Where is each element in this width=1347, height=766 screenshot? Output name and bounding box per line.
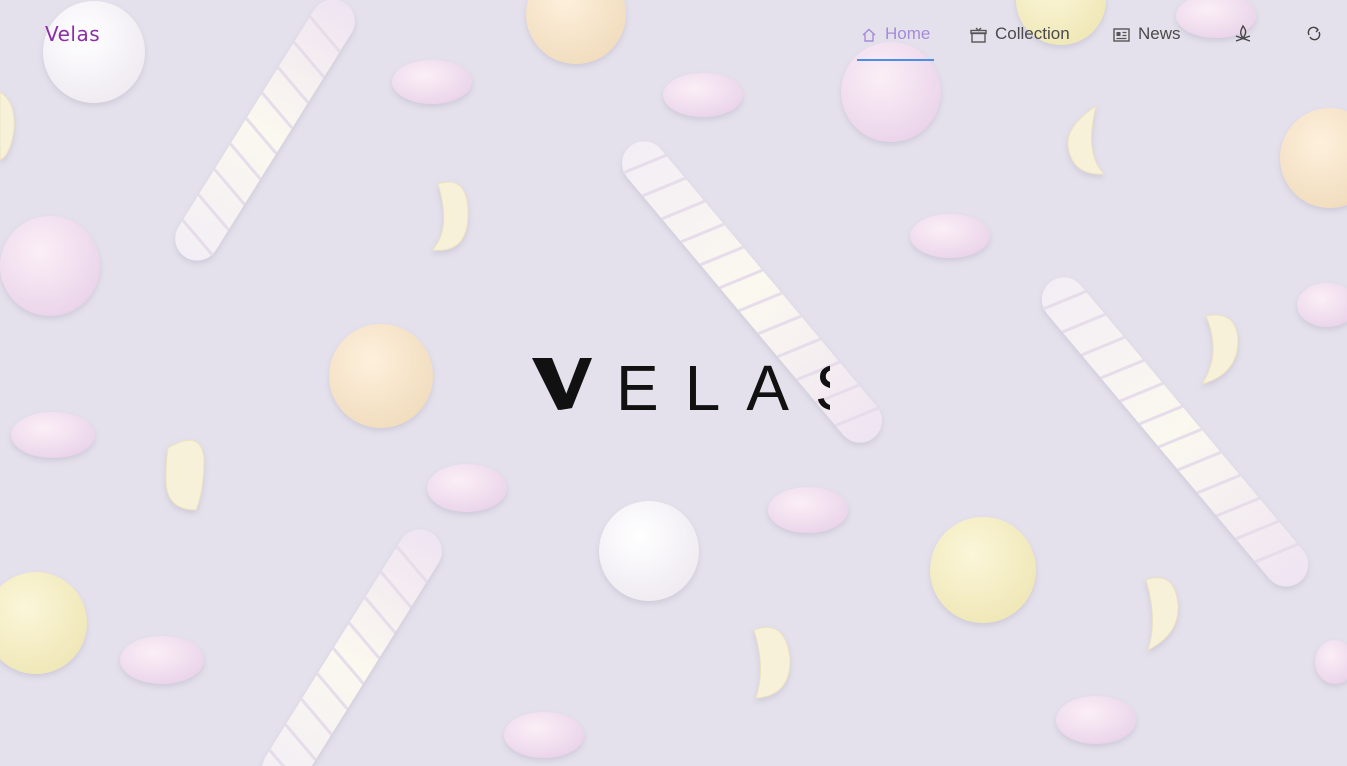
collection-box-icon	[970, 27, 987, 43]
nav-item-news[interactable]: News	[1113, 24, 1181, 62]
nav-label-home: Home	[885, 24, 931, 43]
velas-hero-logo: ELAS	[530, 352, 858, 424]
nav-label-collection: Collection	[995, 24, 1070, 43]
nav-label-news: News	[1138, 24, 1181, 43]
news-icon	[1113, 28, 1130, 42]
velas-v-mark	[532, 358, 592, 410]
home-icon	[862, 28, 876, 42]
logo-wordmark: ELAS	[616, 352, 830, 422]
top-navigation: Velas Home Collection News	[0, 0, 1347, 64]
refresh-link-icon[interactable]	[1305, 24, 1327, 46]
brand-logo[interactable]: Velas	[45, 22, 100, 46]
nav-item-collection[interactable]: Collection	[970, 24, 1070, 62]
active-tab-indicator	[857, 59, 935, 61]
campfire-icon[interactable]	[1234, 24, 1256, 46]
nav-item-home[interactable]: Home	[857, 24, 935, 62]
